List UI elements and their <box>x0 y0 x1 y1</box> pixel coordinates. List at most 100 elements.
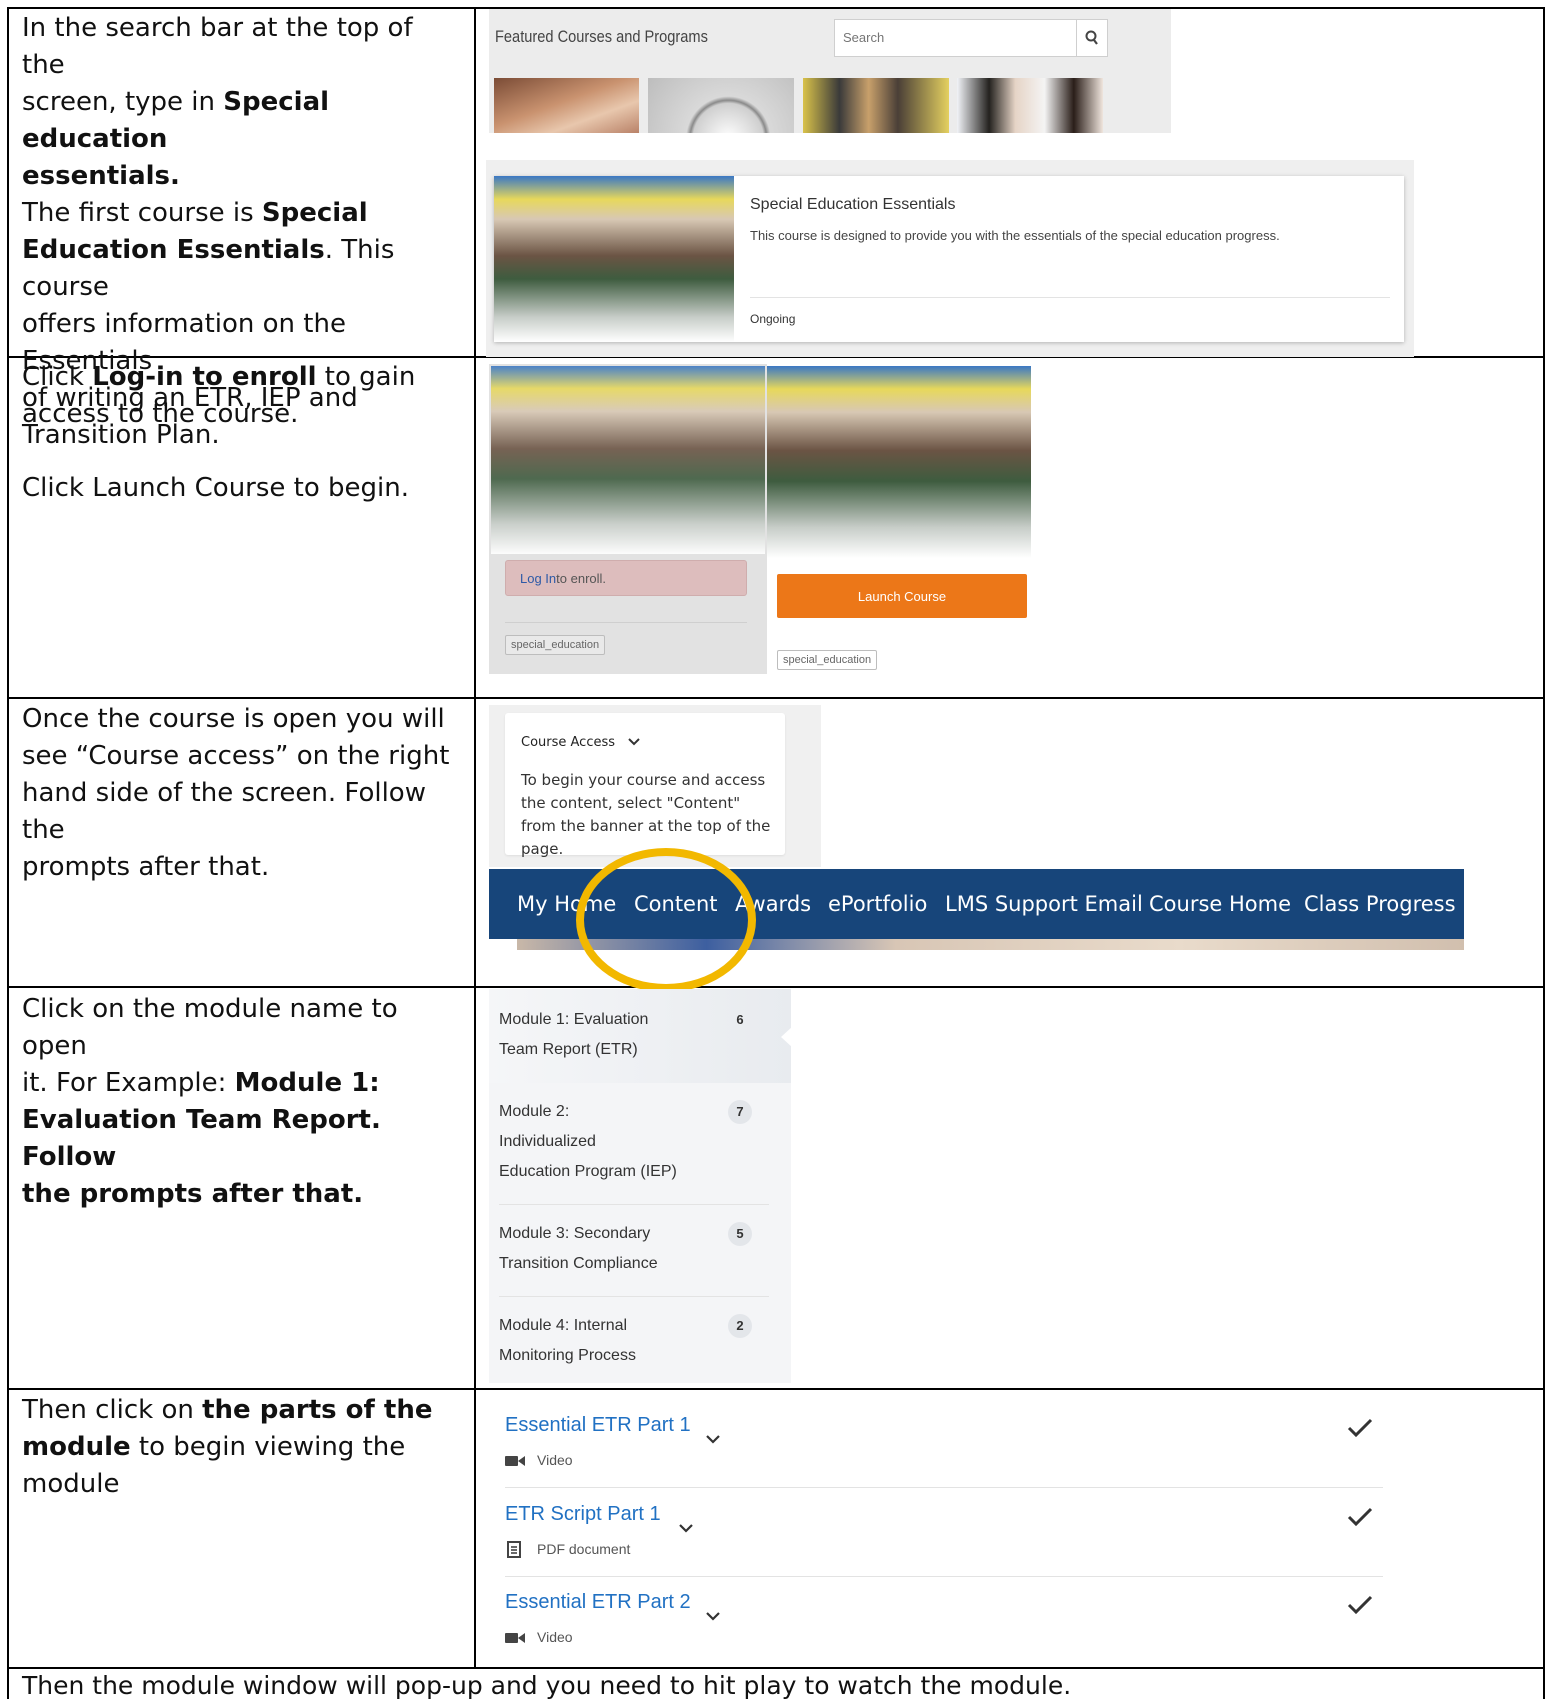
nav-eportfolio[interactable]: ePortfolio <box>828 869 927 939</box>
launch-panel-screenshot: Launch Course special_education <box>767 364 1031 674</box>
module-name-line: Education Program (IEP) <box>499 1163 677 1180</box>
instruction-text: Click on the module name to open <box>22 994 398 1061</box>
video-camera-icon <box>505 1633 525 1643</box>
instruction-bold: Log-in to enroll <box>92 362 317 392</box>
divider <box>505 622 747 623</box>
module-name-line: Transition Compliance <box>499 1255 658 1272</box>
document-icon <box>507 1541 521 1558</box>
search-bar[interactable] <box>834 19 1109 57</box>
instruction-text: prompts after that. <box>22 852 270 882</box>
chevron-down-icon[interactable] <box>627 737 641 747</box>
search-input[interactable] <box>835 20 1109 54</box>
module-name-line: Module 4: Internal <box>499 1317 628 1334</box>
part-link-1[interactable]: Essential ETR Part 1 <box>505 1414 691 1437</box>
instruction-text: to begin viewing the <box>130 1432 406 1462</box>
course-image <box>767 366 1031 558</box>
course-thumbnail[interactable] <box>803 78 949 133</box>
module-name-line: Monitoring Process <box>499 1347 636 1364</box>
module-name-line: Module 1: Evaluation <box>499 1011 649 1028</box>
course-image <box>491 366 765 554</box>
checkmark-icon <box>1347 1595 1373 1615</box>
instruction-text: Click Launch Course to begin. <box>22 473 410 503</box>
instruction-text: module <box>22 1469 120 1499</box>
search-button[interactable] <box>1076 20 1107 56</box>
instruction-enroll: Click Log-in to enroll to gain access to… <box>22 359 462 507</box>
login-to-enroll-button[interactable]: Log In to enroll. <box>505 560 747 596</box>
checkmark-icon <box>1347 1507 1373 1527</box>
chevron-down-icon[interactable] <box>705 1611 721 1621</box>
row-divider <box>7 1388 1545 1390</box>
nav-class-progress[interactable]: Class Progress <box>1304 869 1456 939</box>
instruction-bold: the parts of the <box>202 1395 433 1425</box>
row-divider <box>7 986 1545 988</box>
divider <box>505 1487 1383 1488</box>
part-type-label: Video <box>537 1629 573 1645</box>
nav-lms-support-email[interactable]: LMS Support Email <box>945 869 1143 939</box>
module-count-badge: 5 <box>728 1222 752 1246</box>
part-type-label: PDF document <box>537 1541 631 1557</box>
chevron-down-icon[interactable] <box>705 1434 721 1444</box>
module-item-1[interactable]: Module 1: Evaluation Team Report (ETR) <box>499 1005 699 1065</box>
instruction-bold: Education Essentials <box>22 235 325 265</box>
course-thumbnail[interactable] <box>648 78 794 133</box>
featured-courses-title: Featured Courses and Programs <box>495 27 708 46</box>
module-name-line: Module 3: Secondary <box>499 1225 651 1242</box>
instruction-text: it. For Example: <box>22 1068 235 1098</box>
course-card-status: Ongoing <box>750 312 796 326</box>
part-type-label: Video <box>537 1452 573 1468</box>
module-count-badge: 2 <box>728 1314 752 1338</box>
instruction-text: access to the course. <box>22 399 299 429</box>
featured-courses-screenshot: Featured Courses and Programs <box>489 9 1171 133</box>
course-card-image <box>494 176 734 342</box>
course-card-title[interactable]: Special Education Essentials <box>750 196 955 214</box>
module-count-badge: 7 <box>728 1100 752 1124</box>
course-access-screenshot: Course Access To begin your course and a… <box>489 705 821 867</box>
video-camera-icon <box>505 1456 525 1466</box>
enroll-panel-screenshot: Log In to enroll. special_education <box>489 364 767 674</box>
module-item-2[interactable]: Module 2: Individualized Education Progr… <box>499 1097 699 1187</box>
course-thumbnail[interactable] <box>494 78 639 133</box>
module-count-badge: 6 <box>736 1012 744 1027</box>
course-thumbnail[interactable] <box>957 78 1103 133</box>
instruction-text: Once the course is open you will <box>22 704 445 734</box>
course-access-title[interactable]: Course Access <box>521 735 615 750</box>
instruction-text: In the search bar at the top of the <box>22 13 413 80</box>
highlight-circle <box>576 848 756 992</box>
login-text: to enroll. <box>556 570 607 586</box>
checkmark-icon <box>1347 1418 1373 1438</box>
nav-course-home[interactable]: Course Home <box>1149 869 1291 939</box>
instruction-bold: Special <box>261 198 368 228</box>
instruction-text: Then click on <box>22 1395 203 1425</box>
module-parts-list: Essential ETR Part 1 Video ETR Script Pa… <box>489 1392 1409 1664</box>
module-item-3[interactable]: Module 3: Secondary Transition Complianc… <box>499 1219 699 1279</box>
course-card[interactable]: Special Education Essentials This course… <box>494 176 1404 342</box>
instruction-course-access: Once the course is open you will see “Co… <box>22 701 462 886</box>
column-divider <box>474 7 476 1668</box>
instruction-bold: module <box>22 1432 131 1462</box>
table-border-right <box>1543 7 1545 1699</box>
instruction-bold: Module 1: <box>234 1068 380 1098</box>
divider <box>505 1576 1383 1577</box>
login-link[interactable]: Log In <box>520 571 556 586</box>
part-link-2[interactable]: ETR Script Part 1 <box>505 1503 661 1526</box>
instruction-parts: Then click on the parts of the module to… <box>22 1392 462 1503</box>
module-item-4[interactable]: Module 4: Internal Monitoring Process <box>499 1311 699 1371</box>
chevron-down-icon[interactable] <box>678 1523 694 1533</box>
course-tag[interactable]: special_education <box>777 650 878 670</box>
instruction-module: Click on the module name to open it. For… <box>22 991 462 1213</box>
module-name-line: Module 2: <box>499 1103 570 1120</box>
search-icon <box>1085 30 1098 45</box>
module-name-line: Individualized <box>499 1133 596 1150</box>
instruction-bold: the prompts after that. <box>22 1179 364 1209</box>
instruction-bold: essentials. <box>22 161 180 191</box>
part-link-3[interactable]: Essential ETR Part 2 <box>505 1591 691 1614</box>
course-access-widget: Course Access To begin your course and a… <box>505 713 785 858</box>
module-name-line: Team Report (ETR) <box>499 1041 638 1058</box>
launch-course-button[interactable]: Launch Course <box>777 574 1027 618</box>
course-tag[interactable]: special_education <box>505 635 606 655</box>
instruction-text: see “Course access” on the right <box>22 741 450 771</box>
course-card-description: This course is designed to provide you w… <box>750 228 1280 243</box>
divider <box>750 297 1390 298</box>
instruction-text: to gain <box>316 362 416 392</box>
instruction-text: Click <box>22 362 93 392</box>
